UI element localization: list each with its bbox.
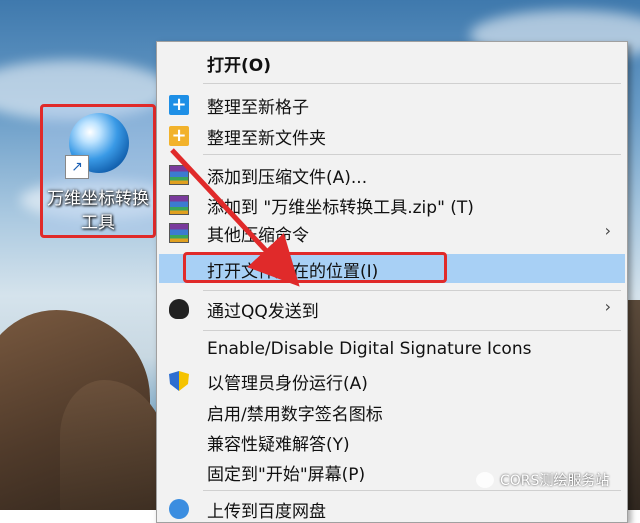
menu-item-send-via-qq[interactable]: 通过QQ发送到 › [159,294,625,323]
plus-blue-icon: + [169,95,189,115]
baidu-cloud-icon [169,499,189,519]
desktop-icon-label: 万维坐标转换 工具 [47,189,149,233]
menu-item-organize-folder[interactable]: + 整理至新文件夹 [159,121,625,150]
uac-shield-icon [169,371,189,391]
submenu-arrow-icon: › [604,297,611,316]
menu-separator [203,154,621,155]
menu-item-compatibility[interactable]: 兼容性疑难解答(Y) [159,427,625,456]
menu-item-digital-signature-cn[interactable]: 启用/禁用数字签名图标 [159,397,625,426]
submenu-arrow-icon: › [604,221,611,240]
menu-separator [203,330,621,331]
winrar-icon [169,195,189,215]
shortcut-arrow-icon: ↗ [65,155,89,179]
plus-yellow-icon: + [169,126,189,146]
menu-item-add-to-zip[interactable]: 添加到 "万维坐标转换工具.zip" (T) [159,190,625,219]
menu-item-run-as-admin[interactable]: 以管理员身份运行(A) [159,366,625,395]
menu-item-open[interactable]: 打开(O) [159,48,625,77]
watermark-text: CORS测绘服务站 [500,473,610,489]
menu-item-upload-baidu[interactable]: 上传到百度网盘 [159,494,625,523]
menu-item-other-compress[interactable]: 其他压缩命令 › [159,218,625,247]
winrar-icon [169,223,189,243]
wechat-icon [476,472,494,488]
menu-item-add-archive[interactable]: 添加到压缩文件(A)... [159,160,625,189]
menu-item-open-file-location[interactable]: 打开文件所在的位置(I) [159,252,625,283]
winrar-icon [169,165,189,185]
menu-separator [203,83,621,84]
rock-formation [60,380,170,510]
context-menu: 打开(O) + 整理至新格子 + 整理至新文件夹 添加到压缩文件(A)... 添… [156,41,628,523]
desktop-shortcut-icon[interactable]: ↗ 万维坐标转换 工具 [40,104,156,238]
menu-separator [203,290,621,291]
menu-item-digital-signature-en[interactable]: Enable/Disable Digital Signature Icons [159,336,625,365]
menu-item-organize-grid[interactable]: + 整理至新格子 [159,90,625,119]
menu-separator [203,490,621,491]
qq-icon [169,299,189,319]
